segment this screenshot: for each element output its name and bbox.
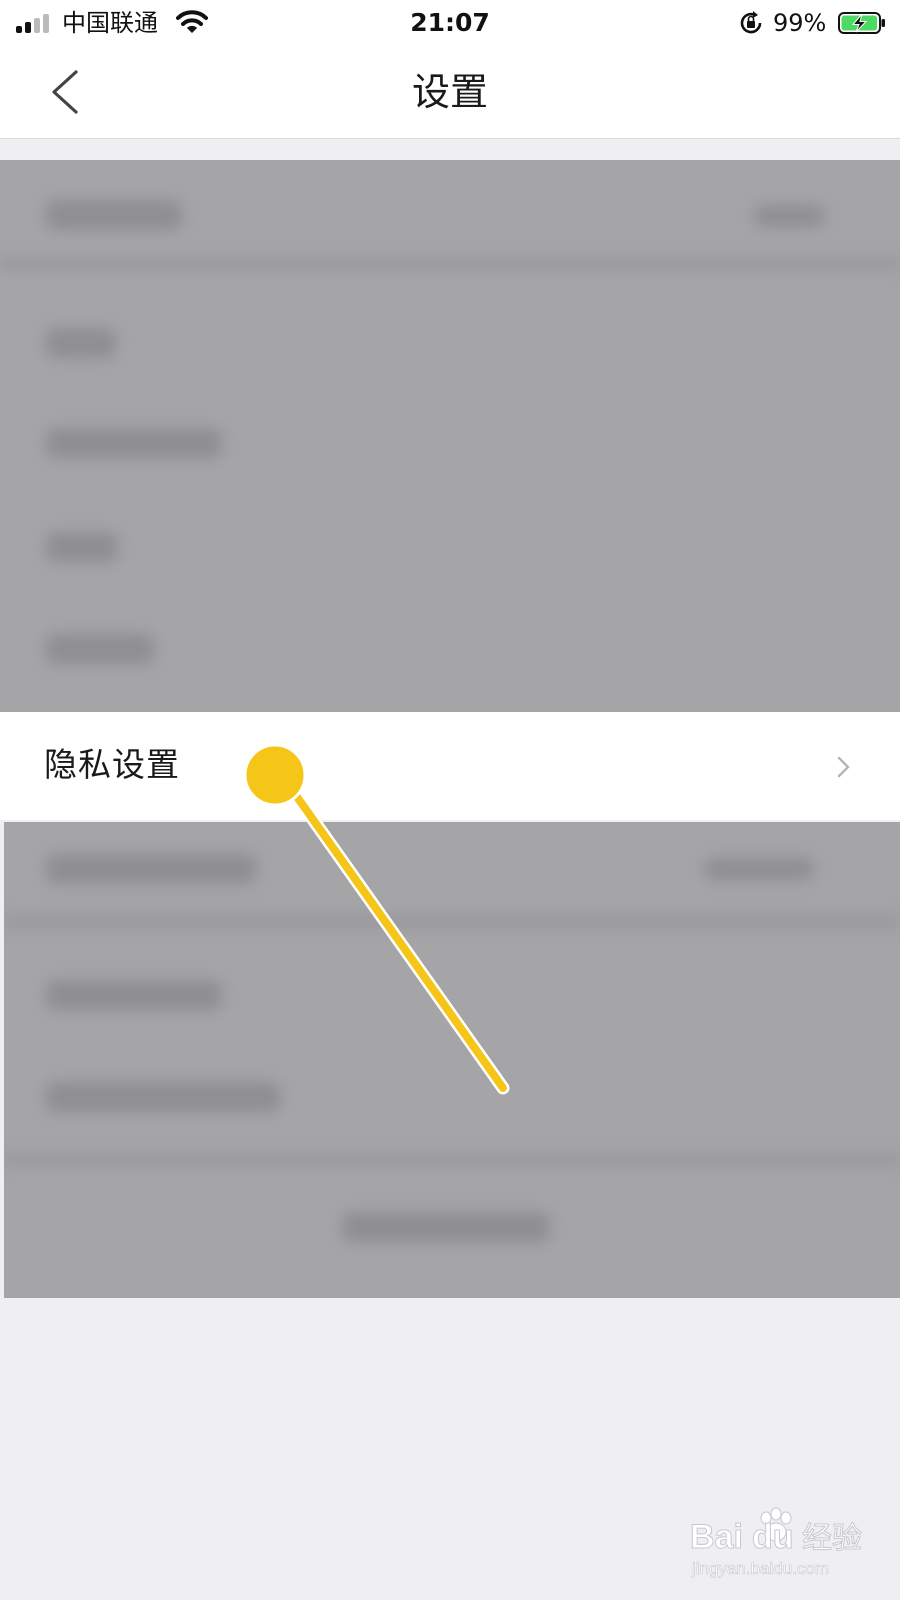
baidu-jingyan-watermark: Bai du 经验 jingyan.baidu.com xyxy=(690,1504,890,1584)
settings-item-privacy[interactable]: 隐私设置 xyxy=(0,712,900,820)
settings-item-label: 隐私设置 xyxy=(44,745,180,784)
chevron-right-icon xyxy=(837,756,850,778)
navigation-bar: 设置 xyxy=(0,46,900,139)
svg-text:Bai: Bai xyxy=(690,1518,743,1556)
battery-percentage: 99% xyxy=(773,9,827,37)
page-title: 设置 xyxy=(411,70,488,114)
blurred-settings-group-top xyxy=(0,160,900,712)
battery-charging-icon xyxy=(838,12,885,34)
paw-logo-icon: Bai du 经验 jingyan.baidu.com xyxy=(690,1507,863,1578)
status-time: 21:07 xyxy=(410,8,490,37)
svg-text:du: du xyxy=(752,1518,794,1556)
blurred-settings-group-bottom xyxy=(4,822,900,1298)
svg-text:经验: 经验 xyxy=(802,1521,862,1556)
rotation-lock-icon xyxy=(740,11,762,34)
status-bar: 中国联通 21:07 99% xyxy=(0,0,900,46)
svg-text:jingyan.baidu.com: jingyan.baidu.com xyxy=(691,1559,829,1578)
